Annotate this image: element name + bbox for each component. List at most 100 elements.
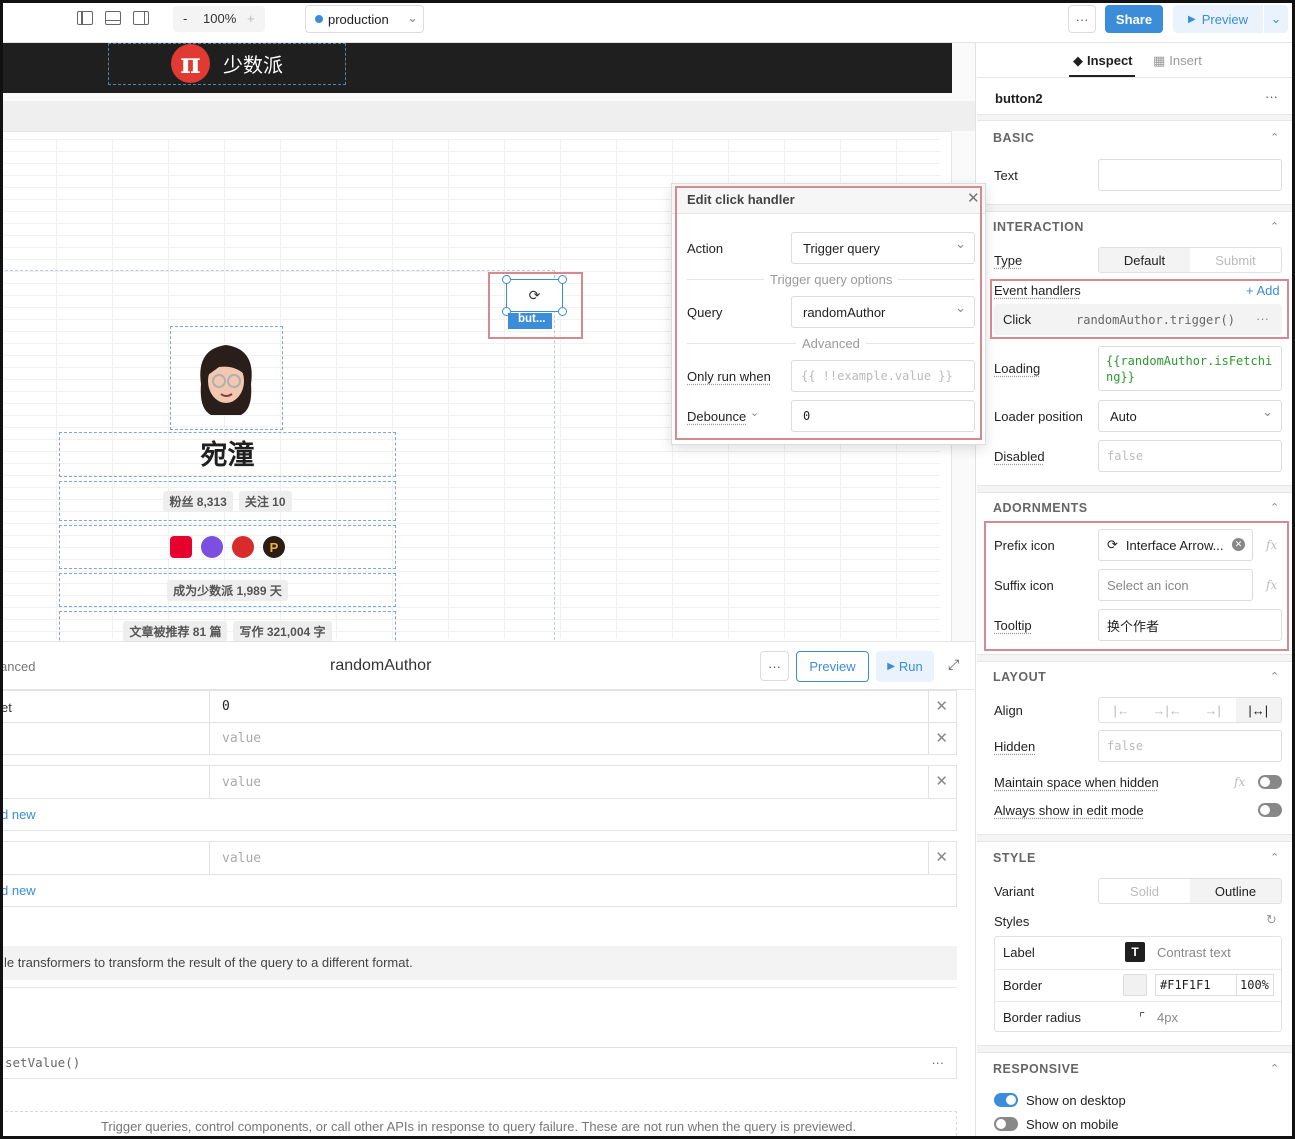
close-icon[interactable]: ✕ (935, 772, 948, 790)
following-badge: 关注 10 (238, 490, 292, 512)
param-value-input[interactable]: value (209, 723, 261, 754)
close-icon[interactable]: ✕ (935, 697, 948, 715)
followers-badge: 粉丝 8,313 (163, 490, 233, 512)
active-tab-indicator (1069, 75, 1135, 77)
collapse-icon[interactable]: ⌃ (1270, 220, 1279, 233)
app-header: π 少数派 (0, 43, 952, 93)
disabled-input[interactable]: false (1098, 440, 1282, 472)
event-handler-row[interactable]: setValue() ··· (0, 1047, 957, 1079)
align-right-icon[interactable]: →| (1190, 698, 1236, 722)
align-stretch-icon[interactable]: |↔| (1235, 698, 1281, 722)
social-icons-row: P (59, 525, 396, 569)
run-button[interactable]: ▶ Run (876, 651, 934, 682)
show-on-desktop-toggle[interactable] (994, 1093, 1018, 1107)
collapse-icon[interactable]: ⌃ (1270, 501, 1279, 514)
fx-icon[interactable]: fx (1234, 775, 1245, 789)
right-panel-toggle-icon[interactable] (133, 11, 149, 25)
border-opacity-input[interactable]: 100% (1236, 974, 1274, 996)
recommended-badge: 文章被推荐 81 篇 (123, 620, 228, 641)
environment-select[interactable]: production ⌄ (305, 5, 424, 33)
environment-label: production (328, 12, 389, 27)
section-divider (977, 1045, 1295, 1053)
profile-stats-row: 粉丝 8,313 关注 10 (59, 481, 396, 521)
tab-insert[interactable]: ▦ Insert (1153, 53, 1202, 69)
maintain-space-toggle[interactable] (1258, 775, 1282, 789)
variant-solid-option[interactable]: Solid (1099, 879, 1190, 903)
section-divider (977, 834, 1295, 842)
row-more-icon[interactable]: ··· (932, 1048, 945, 1078)
preview-button[interactable]: ▶ Preview (1173, 5, 1263, 33)
brand-name: 少数派 (223, 55, 283, 77)
close-icon[interactable]: ✕ (935, 848, 948, 866)
bottom-panel-toggle-icon[interactable] (105, 11, 121, 25)
collapse-icon[interactable]: ⌃ (1270, 670, 1279, 683)
text-color-swatch-icon[interactable]: T (1125, 942, 1145, 962)
component-name[interactable]: button2 (995, 91, 1043, 106)
section-basic-title[interactable]: BASIC (993, 131, 1034, 145)
always-show-label: Always show in edit mode (994, 803, 1144, 818)
set-value-action: setValue() (5, 1055, 81, 1070)
collapse-icon[interactable]: ⌃ (1270, 131, 1279, 144)
border-radius-value[interactable]: 4px (1157, 1010, 1178, 1025)
platform-badge-icon[interactable] (170, 536, 192, 558)
zoom-out-button[interactable]: - (183, 11, 187, 26)
param-row: value ✕ (0, 722, 957, 755)
grid-icon: ▦ (1153, 53, 1166, 68)
align-segmented-control[interactable]: |← →|← →| |↔| (1098, 697, 1282, 723)
section-layout-title[interactable]: LAYOUT (993, 670, 1046, 684)
collapse-icon[interactable]: ⌃ (1270, 1062, 1279, 1075)
query-more-button[interactable]: ··· (760, 651, 789, 681)
loading-input[interactable]: {{randomAuthor.isFetching}} (1098, 346, 1282, 391)
section-responsive-title[interactable]: RESPONSIVE (993, 1062, 1079, 1076)
platform-p-icon[interactable]: P (263, 536, 285, 558)
border-color-input[interactable]: #F1F1F1 (1155, 974, 1237, 996)
type-submit-option[interactable]: Submit (1190, 248, 1281, 272)
section-style-title[interactable]: STYLE (993, 851, 1036, 865)
query-tab-fragment[interactable]: anced (0, 659, 35, 674)
align-center-icon[interactable]: →|← (1145, 698, 1191, 722)
type-segmented-control[interactable]: Default Submit (1098, 247, 1282, 273)
share-button[interactable]: Share (1105, 5, 1163, 33)
reset-styles-icon[interactable]: ↻ (1266, 912, 1277, 928)
layers-icon: ◆ (1073, 53, 1083, 68)
more-button[interactable]: ··· (1068, 5, 1096, 33)
section-interaction-title[interactable]: INTERACTION (993, 220, 1084, 234)
tab-inspect[interactable]: ◆ Inspect (1073, 53, 1133, 69)
section-adornments-title[interactable]: ADORNMENTS (993, 501, 1088, 515)
add-new-link[interactable]: d new (1, 807, 36, 822)
always-show-toggle[interactable] (1258, 803, 1282, 817)
loader-position-select[interactable]: Auto (1098, 400, 1282, 432)
text-input[interactable] (1098, 159, 1282, 191)
show-on-mobile-toggle[interactable] (994, 1117, 1018, 1131)
expand-icon[interactable]: ⤢ (948, 656, 959, 673)
component-more-icon[interactable]: ··· (1265, 89, 1278, 104)
type-default-option[interactable]: Default (1099, 248, 1190, 272)
show-on-desktop-label: Show on desktop (1026, 1093, 1126, 1108)
query-preview-button[interactable]: Preview (796, 651, 869, 682)
body-value-input[interactable]: value (209, 842, 261, 875)
preview-options-chevron-icon[interactable]: ⌄ (1264, 5, 1288, 33)
variant-outline-option[interactable]: Outline (1190, 879, 1281, 903)
section-divider (977, 204, 1295, 212)
collapse-icon[interactable]: ⌃ (1270, 851, 1279, 864)
hidden-input[interactable]: false (1098, 730, 1282, 762)
close-icon[interactable]: ✕ (935, 729, 948, 747)
param-key: et (1, 700, 12, 715)
platform-cube-icon[interactable] (201, 536, 223, 558)
environment-dot-icon (315, 15, 323, 23)
align-left-icon[interactable]: |← (1099, 698, 1145, 722)
border-color-swatch[interactable] (1123, 974, 1147, 996)
adornments-highlight (984, 521, 1289, 651)
param-value-input[interactable]: 0 (209, 691, 230, 722)
maintain-space-label: Maintain space when hidden (994, 775, 1159, 790)
label-color-value[interactable]: Contrast text (1157, 945, 1231, 960)
variant-segmented-control[interactable]: Solid Outline (1098, 878, 1282, 904)
avatar-container[interactable] (170, 326, 283, 430)
button-highlight (488, 272, 583, 339)
add-new-link[interactable]: d new (1, 883, 36, 898)
canvas-gap (0, 101, 975, 131)
platform-pen-icon[interactable] (232, 536, 254, 558)
zoom-in-button[interactable]: + (247, 11, 255, 26)
header-value-input[interactable]: value (209, 766, 261, 799)
left-panel-toggle-icon[interactable] (77, 11, 93, 25)
